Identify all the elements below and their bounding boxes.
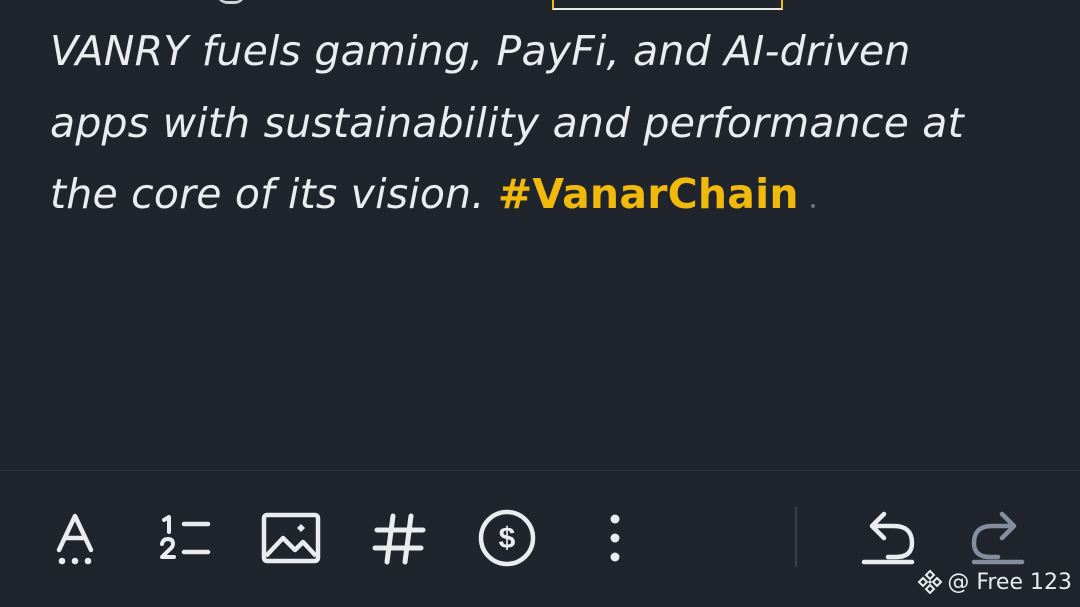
redo-icon	[971, 511, 1025, 565]
redo-button[interactable]	[966, 507, 1028, 569]
numbered-list-icon	[160, 515, 211, 559]
watermark-text: @ Free 123	[947, 569, 1072, 595]
toolbar-separator	[795, 507, 797, 567]
tip-coin-button[interactable]: $	[476, 507, 538, 569]
undo-icon	[861, 511, 915, 565]
editor-line-text: the core of its vision.	[50, 170, 485, 218]
editor-line: apps with sustainability and performance…	[50, 98, 964, 147]
compose-screen: VANRY fuels gaming, PayFi, and AI-driven…	[0, 0, 1080, 607]
text-format-icon	[56, 513, 94, 565]
cursor-dot	[810, 204, 815, 208]
clipped-mention-box	[552, 0, 783, 10]
insert-image-button[interactable]	[260, 507, 322, 569]
more-icon	[610, 514, 620, 562]
svg-text:$: $	[499, 522, 516, 555]
editor-line: the core of its vision. #VanarChain	[50, 159, 1030, 231]
more-options-button[interactable]	[584, 507, 646, 569]
undo-button[interactable]	[858, 507, 920, 569]
hashtag-button[interactable]	[368, 507, 430, 569]
coin-icon: $	[478, 509, 536, 567]
image-icon	[261, 512, 321, 564]
watermark: @ Free 123	[917, 569, 1072, 595]
editor-line: VANRY fuels gaming, PayFi, and AI-driven	[50, 27, 911, 75]
post-editor[interactable]: VANRY fuels gaming, PayFi, and AI-driven…	[50, 16, 1030, 231]
numbered-list-button[interactable]	[153, 507, 215, 569]
hashtag-link[interactable]: #VanarChain	[498, 170, 799, 218]
binance-logo-icon	[917, 569, 943, 595]
clipped-glyph	[216, 0, 246, 4]
hashtag-icon	[372, 513, 426, 565]
text-format-button[interactable]	[44, 507, 106, 569]
